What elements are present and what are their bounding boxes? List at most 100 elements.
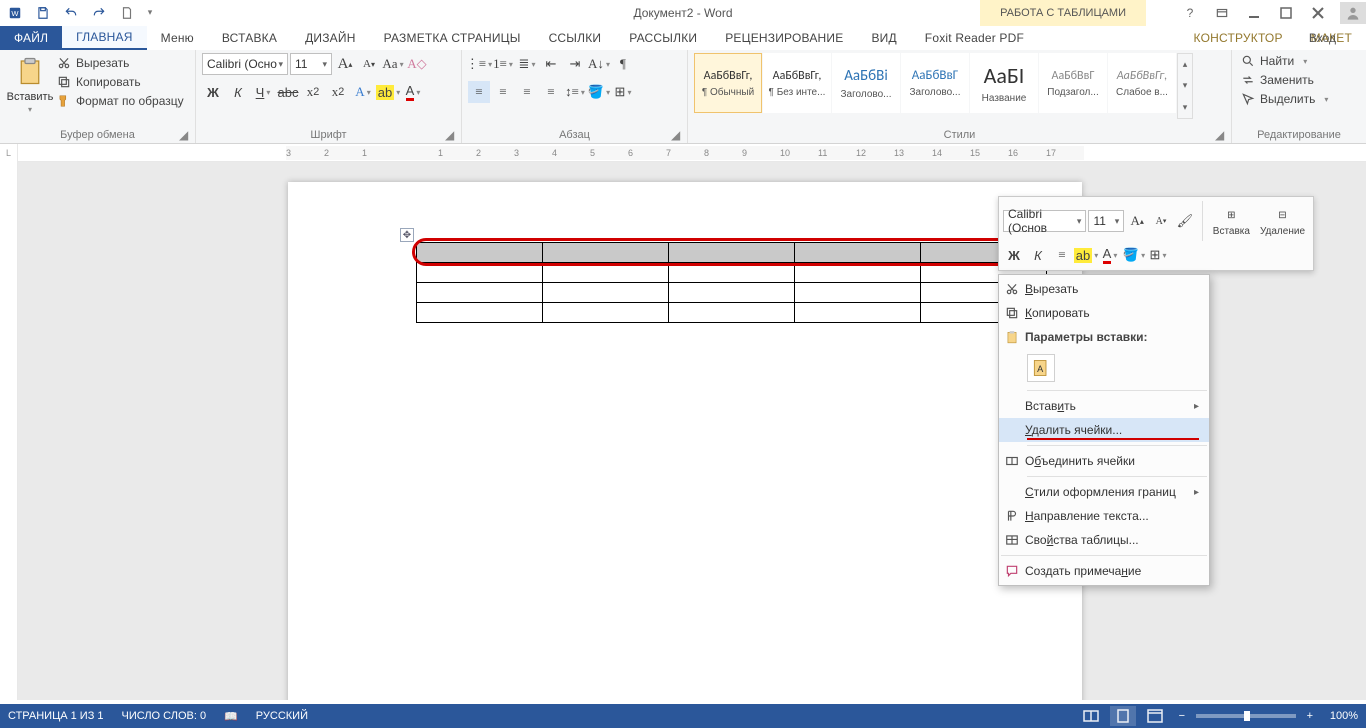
view-web-layout-icon[interactable] bbox=[1142, 706, 1168, 726]
clipboard-launcher-icon[interactable]: ◢ bbox=[179, 128, 191, 140]
select-button[interactable]: Выделить▾ bbox=[1238, 91, 1331, 107]
tab-menu[interactable]: Меню bbox=[147, 26, 208, 50]
paste-label[interactable]: Вставить bbox=[7, 91, 54, 103]
font-size-combo[interactable]: 11▾ bbox=[290, 53, 332, 75]
font-launcher-icon[interactable]: ◢ bbox=[445, 128, 457, 140]
style-item[interactable]: АаБбВвГг,¶ Без инте... bbox=[763, 53, 831, 113]
zoom-out-button[interactable]: − bbox=[1174, 710, 1190, 722]
account-icon[interactable] bbox=[1340, 2, 1366, 24]
mini-insert-button[interactable]: ⊞Вставка bbox=[1209, 206, 1254, 237]
subscript-button[interactable]: x2 bbox=[302, 81, 324, 103]
undo-icon[interactable] bbox=[60, 2, 82, 24]
minimize-icon[interactable] bbox=[1240, 2, 1268, 24]
ribbon-display-icon[interactable] bbox=[1208, 2, 1236, 24]
italic-button[interactable]: К bbox=[227, 81, 249, 103]
status-language[interactable]: РУССКИЙ bbox=[256, 710, 308, 722]
style-item[interactable]: АаБбВіЗаголово... bbox=[832, 53, 900, 113]
tab-insert[interactable]: ВСТАВКА bbox=[208, 26, 291, 50]
paragraph-launcher-icon[interactable]: ◢ bbox=[671, 128, 683, 140]
mini-align-icon[interactable]: ≡ bbox=[1051, 244, 1073, 266]
strikethrough-button[interactable]: abc bbox=[277, 81, 299, 103]
paste-icon[interactable] bbox=[14, 53, 46, 89]
tab-view[interactable]: ВИД bbox=[857, 26, 910, 50]
font-name-combo[interactable]: Calibri (Осно▾ bbox=[202, 53, 288, 75]
find-button[interactable]: Найти▾ bbox=[1238, 53, 1331, 69]
mini-shading-icon[interactable]: 🪣 bbox=[1123, 244, 1145, 266]
tab-table-design[interactable]: КОНСТРУКТОР bbox=[1180, 26, 1297, 50]
mini-highlight-icon[interactable]: ab bbox=[1075, 244, 1097, 266]
close-icon[interactable] bbox=[1304, 2, 1332, 24]
align-left-icon[interactable]: ≡ bbox=[468, 81, 490, 103]
ctx-cut[interactable]: Вырезать bbox=[999, 277, 1209, 301]
superscript-button[interactable]: x2 bbox=[327, 81, 349, 103]
mini-italic-button[interactable]: К bbox=[1027, 244, 1049, 266]
tab-home[interactable]: ГЛАВНАЯ bbox=[62, 26, 146, 50]
document-table[interactable] bbox=[416, 242, 1047, 323]
mini-font-name-combo[interactable]: Calibri (Основ▾ bbox=[1003, 210, 1086, 232]
table-move-handle-icon[interactable] bbox=[400, 228, 414, 242]
zoom-slider[interactable] bbox=[1196, 714, 1296, 718]
styles-launcher-icon[interactable]: ◢ bbox=[1215, 128, 1227, 140]
login-label[interactable]: Вход bbox=[1309, 31, 1336, 45]
bold-button[interactable]: Ж bbox=[202, 81, 224, 103]
cut-button[interactable]: Вырезать bbox=[54, 55, 187, 71]
align-center-icon[interactable]: ≡ bbox=[492, 81, 514, 103]
mini-borders-icon[interactable]: ⊞ bbox=[1147, 244, 1169, 266]
table-row[interactable] bbox=[417, 243, 1047, 263]
status-proofing-icon[interactable]: 📖 bbox=[224, 710, 238, 723]
ctx-copy[interactable]: Копировать bbox=[999, 301, 1209, 325]
status-words[interactable]: ЧИСЛО СЛОВ: 0 bbox=[122, 710, 207, 722]
mini-font-size-combo[interactable]: 11▾ bbox=[1088, 210, 1124, 232]
tab-page-layout[interactable]: РАЗМЕТКА СТРАНИЦЫ bbox=[370, 26, 535, 50]
change-case-icon[interactable]: Aa bbox=[382, 53, 404, 75]
ruler-vertical[interactable] bbox=[0, 162, 18, 700]
justify-icon[interactable]: ≡ bbox=[540, 81, 562, 103]
tab-design[interactable]: ДИЗАЙН bbox=[291, 26, 370, 50]
align-right-icon[interactable]: ≡ bbox=[516, 81, 538, 103]
mini-font-color-icon[interactable]: A bbox=[1099, 244, 1121, 266]
ctx-new-comment[interactable]: Создать примечание bbox=[999, 559, 1209, 583]
clear-formatting-icon[interactable]: A◇ bbox=[406, 53, 428, 75]
style-item[interactable]: АаБбВвГг,¶ Обычный bbox=[694, 53, 762, 113]
replace-button[interactable]: Заменить bbox=[1238, 72, 1331, 88]
style-item[interactable]: АаБІНазвание bbox=[970, 53, 1038, 113]
mini-delete-button[interactable]: ⊟Удаление bbox=[1256, 206, 1309, 237]
help-icon[interactable]: ? bbox=[1176, 2, 1204, 24]
tab-mailings[interactable]: РАССЫЛКИ bbox=[615, 26, 711, 50]
ctx-merge-cells[interactable]: Объединить ячейки bbox=[999, 449, 1209, 473]
tab-file[interactable]: ФАЙЛ bbox=[0, 26, 62, 50]
mini-grow-font-icon[interactable]: A▴ bbox=[1126, 210, 1148, 232]
mini-shrink-font-icon[interactable]: A▾ bbox=[1150, 210, 1172, 232]
ctx-text-direction[interactable]: Направление текста... bbox=[999, 504, 1209, 528]
tab-foxit[interactable]: Foxit Reader PDF bbox=[911, 26, 1038, 50]
ctx-delete-cells[interactable]: Удалить ячейки... bbox=[999, 418, 1209, 442]
table-row[interactable] bbox=[417, 303, 1047, 323]
underline-button[interactable]: Ч bbox=[252, 81, 274, 103]
maximize-icon[interactable] bbox=[1272, 2, 1300, 24]
font-color-icon[interactable]: A bbox=[402, 81, 424, 103]
multilevel-icon[interactable]: ≣ bbox=[516, 53, 538, 75]
decrease-indent-icon[interactable]: ⇤ bbox=[540, 53, 562, 75]
ruler-horizontal[interactable]: 3211234567891011121314151617 bbox=[0, 144, 1366, 162]
zoom-level[interactable]: 100% bbox=[1330, 710, 1358, 722]
view-print-layout-icon[interactable] bbox=[1110, 706, 1136, 726]
view-read-icon[interactable] bbox=[1078, 706, 1104, 726]
ctx-insert[interactable]: Вставить ▸ bbox=[999, 394, 1209, 418]
style-item[interactable]: АаБбВвГг,Слабое в... bbox=[1108, 53, 1176, 113]
styles-gallery-more[interactable]: ▴▾▾ bbox=[1177, 53, 1193, 119]
shading-icon[interactable]: 🪣 bbox=[588, 81, 610, 103]
show-marks-icon[interactable]: ¶ bbox=[612, 53, 634, 75]
redo-icon[interactable] bbox=[88, 2, 110, 24]
new-doc-icon[interactable] bbox=[116, 2, 138, 24]
save-icon[interactable] bbox=[32, 2, 54, 24]
copy-button[interactable]: Копировать bbox=[54, 74, 187, 90]
style-item[interactable]: АаБбВвГЗаголово... bbox=[901, 53, 969, 113]
shrink-font-icon[interactable]: A▾ bbox=[358, 53, 380, 75]
tab-references[interactable]: ССЫЛКИ bbox=[535, 26, 616, 50]
line-spacing-icon[interactable]: ↕≡ bbox=[564, 81, 586, 103]
paste-option-keep-text-icon[interactable]: A bbox=[1027, 354, 1055, 382]
word-icon[interactable]: W bbox=[4, 2, 26, 24]
sort-icon[interactable]: A↓ bbox=[588, 53, 610, 75]
mini-format-painter-icon[interactable]: 🖌 bbox=[1174, 210, 1196, 232]
increase-indent-icon[interactable]: ⇥ bbox=[564, 53, 586, 75]
